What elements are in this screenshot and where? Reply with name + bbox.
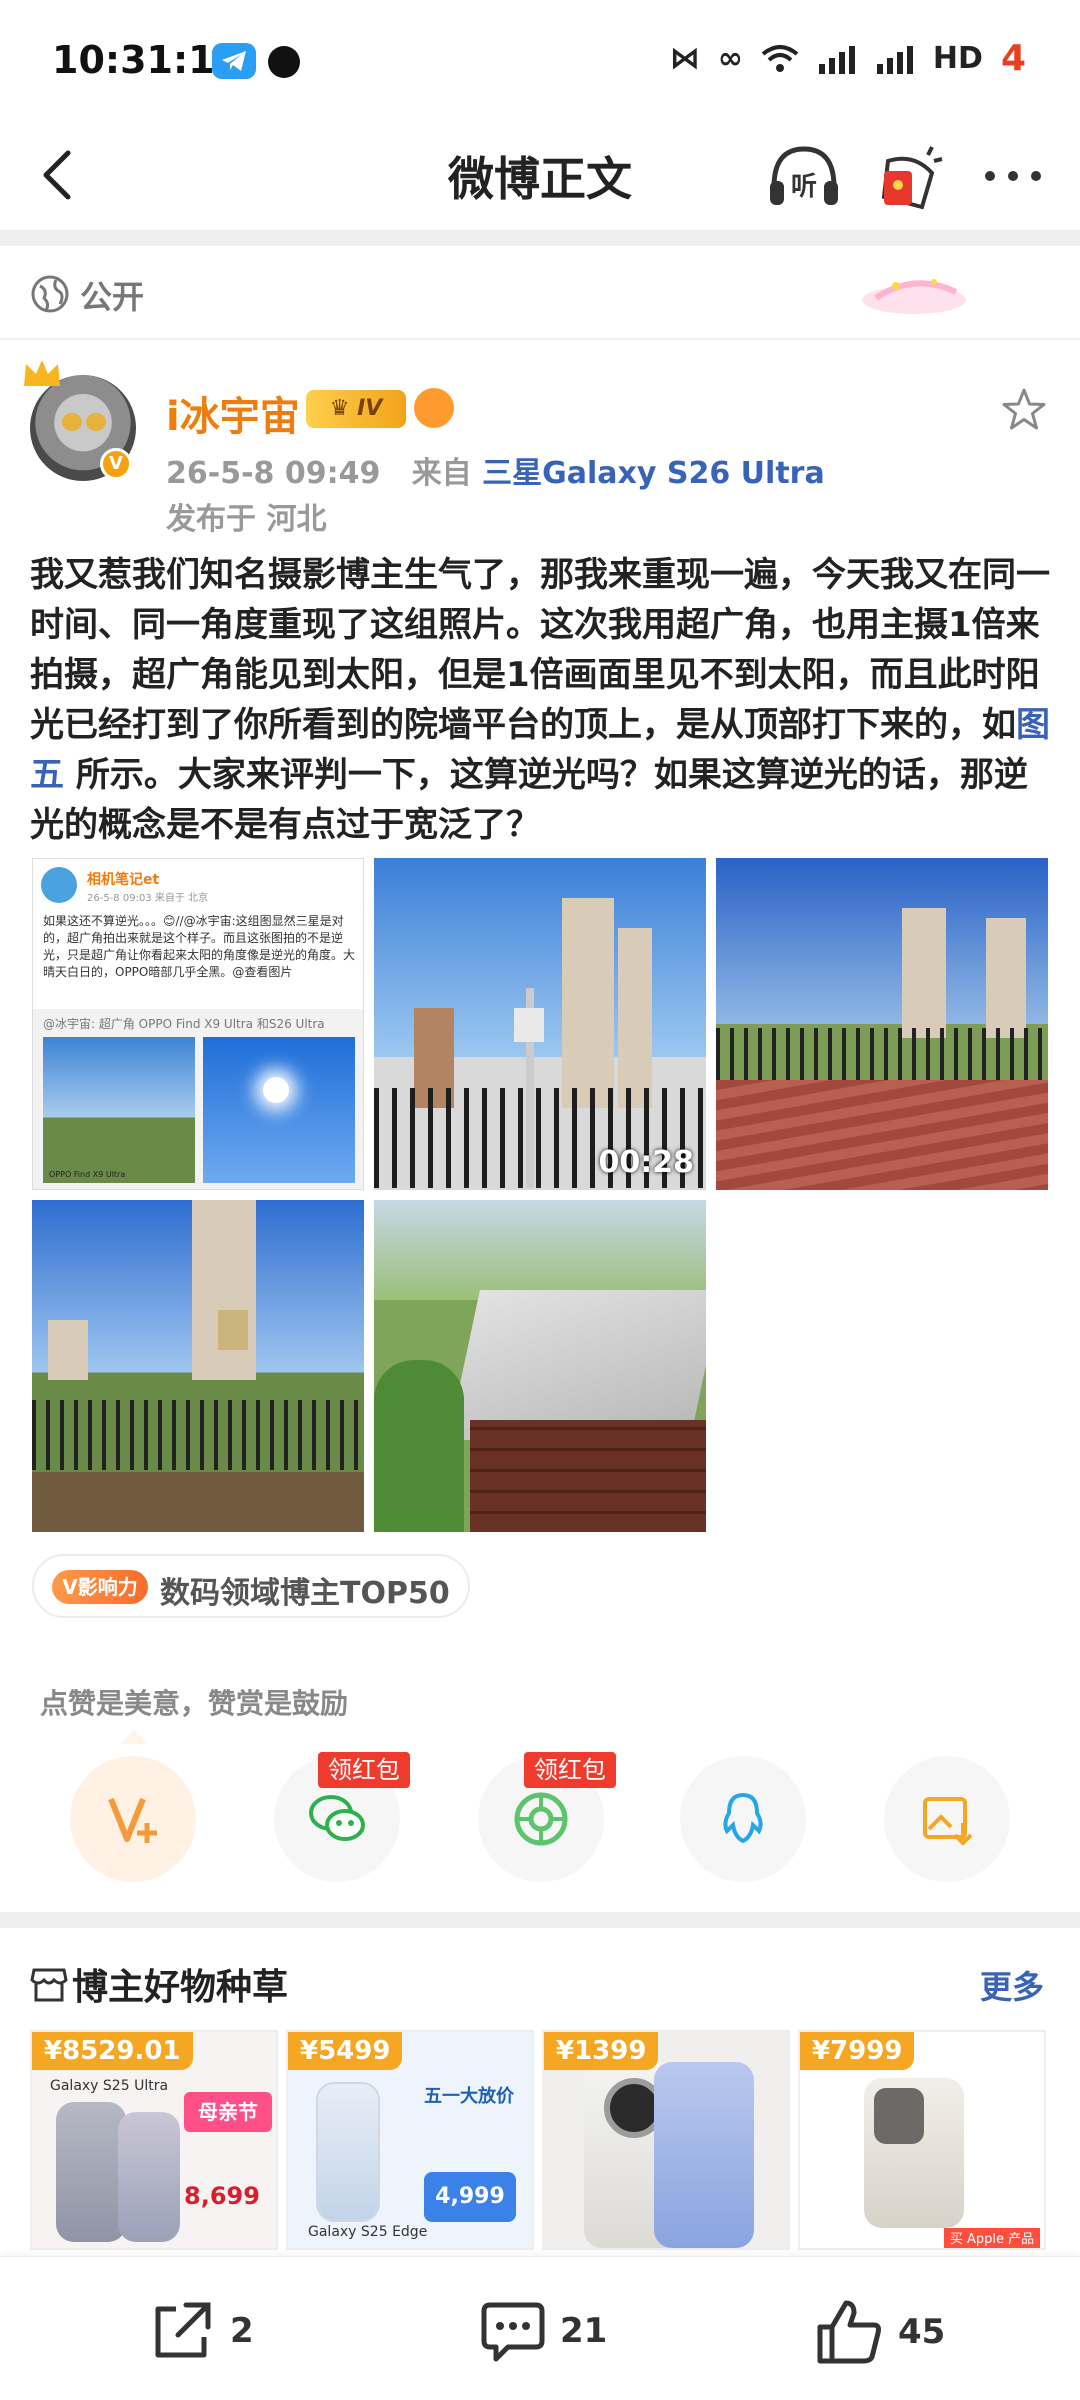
influence-badge: V影响力 <box>52 1570 148 1604</box>
product-deal: 4,999 <box>424 2172 516 2222</box>
recommend-title: 博主好物种草 <box>72 1967 289 2008</box>
recommend-more-link[interactable]: 更多 <box>980 1962 1044 2008</box>
quoted-photo-right <box>203 1037 355 1183</box>
post-image-5[interactable] <box>374 1200 706 1532</box>
listen-icon[interactable]: 听 <box>766 143 842 211</box>
product-card-1[interactable]: ¥8529.01 Galaxy S25 Ultra 母亲节 8,699 <box>30 2030 278 2250</box>
quoted-avatar <box>41 867 77 903</box>
comment-icon <box>481 2302 545 2362</box>
post-video-2[interactable]: 00:28 <box>374 858 706 1190</box>
product-price: ¥8529.01 <box>32 2032 193 2070</box>
product-promo: 母亲节 <box>184 2092 272 2132</box>
comment-count: 21 <box>560 2311 608 2351</box>
sparkle-decoration-icon <box>862 279 966 314</box>
quoted-photo-left: OPPO Find X9 Ultra <box>43 1037 195 1183</box>
share-count: 2 <box>230 2311 254 2351</box>
product-card-2[interactable]: ¥5499 Galaxy S25 Edge 五一大放价 4,999 <box>286 2030 534 2250</box>
wifi-icon <box>761 44 799 72</box>
hd-indicator: HD <box>932 41 983 76</box>
influence-text: 数码领域博主TOP50 <box>160 1576 450 1611</box>
bottom-action-bar: 2 21 45 <box>0 2256 1080 2400</box>
product-promo: 五一大放价 <box>424 2086 514 2107</box>
visibility-label: 公开 <box>80 278 145 316</box>
nav-bar: 微博正文 听 <box>0 125 1080 230</box>
nfc-icon: ⋈ <box>669 41 700 76</box>
comment-button[interactable]: 21 <box>480 2299 607 2363</box>
more-icon[interactable] <box>978 151 1048 201</box>
quoted-repost-text: @冰宇宙: 超广角 OPPO Find X9 Ultra 和S26 Ultra <box>43 1017 325 1031</box>
status-icons: ⋈ ∞ HD 4 <box>670 38 1026 79</box>
reward-hint: 点赞是美意，赞赏是鼓励 <box>40 1687 349 1720</box>
product-name: Galaxy S25 Ultra <box>50 2078 169 2094</box>
red-packet-label: 领红包 <box>318 1752 410 1788</box>
post-image-4[interactable] <box>32 1200 364 1532</box>
crown-icon <box>24 360 60 386</box>
thumbs-up-icon <box>817 2300 881 2364</box>
post-image-1[interactable]: 相机笔记et 26-5-8 09:03 来自于 北京 如果这还不算逆光。。。😊/… <box>32 858 364 1190</box>
status-bar: 10:31:11 ⋈ ∞ HD 4 <box>0 0 1080 125</box>
quoted-repost-box: @冰宇宙: 超广角 OPPO Find X9 Ultra 和S26 Ultra … <box>33 1009 363 1189</box>
notification-dot-icon <box>268 46 300 78</box>
visibility-row: 公开 <box>0 260 1080 338</box>
post-meta: 26-5-8 09:49 来自 三星Galaxy S26 Ultra <box>166 448 825 492</box>
save-image-button[interactable] <box>884 1756 1010 1882</box>
back-icon[interactable] <box>30 145 90 205</box>
v-plus-icon <box>108 1797 157 1843</box>
post-location: 发布于 河北 <box>166 502 327 537</box>
share-qq-button[interactable] <box>680 1756 806 1882</box>
username[interactable]: i冰宇宙 <box>166 384 300 442</box>
like-button[interactable]: 45 <box>816 2299 945 2365</box>
share-icon <box>155 2302 211 2358</box>
post-body-text-end: 所示。大家来评判一下，这算逆光吗？如果这算逆光的话，那逆光的概念是不是有点过于宽… <box>30 755 1028 845</box>
level-badge: ♛ IV <box>306 390 406 428</box>
post-image-3[interactable] <box>716 858 1048 1190</box>
verified-badge-icon: V <box>100 448 132 480</box>
product-price: ¥7999 <box>800 2032 915 2070</box>
divider <box>0 338 1080 340</box>
qq-icon <box>723 1792 763 1844</box>
product-card-3[interactable]: ¥1399 <box>542 2030 790 2250</box>
video-duration: 00:28 <box>598 1145 695 1180</box>
product-card-4[interactable]: ¥7999 买 Apple 产品 <box>798 2030 1046 2250</box>
share-button[interactable]: 2 <box>150 2299 254 2363</box>
product-promo: 买 Apple 产品 <box>944 2228 1040 2248</box>
quoted-photo-caption: OPPO Find X9 Ultra <box>49 1170 126 1179</box>
moments-icon <box>514 1792 568 1846</box>
quoted-username: 相机笔记et <box>87 872 160 888</box>
red-packet-icon[interactable] <box>874 145 944 213</box>
fish-badge-icon <box>414 388 454 428</box>
globe-icon <box>31 275 69 313</box>
image-download-icon <box>923 1797 973 1846</box>
post-body: 我又惹我们知名摄影博主生气了，那我来重现一遍，今天我又在同一时间、同一角度重现了… <box>30 550 1052 850</box>
product-price: ¥5499 <box>288 2032 403 2070</box>
quoted-meta: 26-5-8 09:03 来自于 北京 <box>87 893 209 904</box>
quoted-text: 如果这还不算逆光。。。😊//@冰宇宙:这组图显然三星是对的，超广角拍出来就是这个… <box>43 914 356 979</box>
product-price: ¥1399 <box>544 2032 659 2070</box>
wechat-icon <box>309 1795 365 1841</box>
hint-pointer <box>120 1730 148 1744</box>
influence-tag[interactable]: V影响力 数码领域博主TOP50 <box>32 1554 470 1618</box>
svg-text:听: 听 <box>791 172 817 202</box>
divider <box>0 230 1080 246</box>
shop-icon <box>30 1968 68 2002</box>
link-icon: ∞ <box>717 41 743 76</box>
product-deal: 8,699 <box>184 2182 260 2210</box>
telegram-icon <box>212 43 256 79</box>
divider <box>0 1912 1080 1928</box>
like-count: 45 <box>898 2312 946 2352</box>
red-packet-label: 领红包 <box>524 1752 616 1788</box>
reward-vplus-button[interactable] <box>70 1756 196 1882</box>
post-body-text: 我又惹我们知名摄影博主生气了，那我来重现一遍，今天我又在同一时间、同一角度重现了… <box>30 555 1050 745</box>
product-name: Galaxy S25 Edge <box>308 2224 428 2240</box>
post-date: 26-5-8 09:49 <box>166 456 381 491</box>
signal-5g-icon <box>876 45 913 74</box>
post-from: 来自 <box>411 456 472 491</box>
signal-icon <box>818 45 855 74</box>
post-source-link[interactable]: 三星Galaxy S26 Ultra <box>482 456 825 491</box>
battery-level: 4 <box>1000 38 1026 79</box>
favorite-star-icon[interactable] <box>1000 386 1048 434</box>
